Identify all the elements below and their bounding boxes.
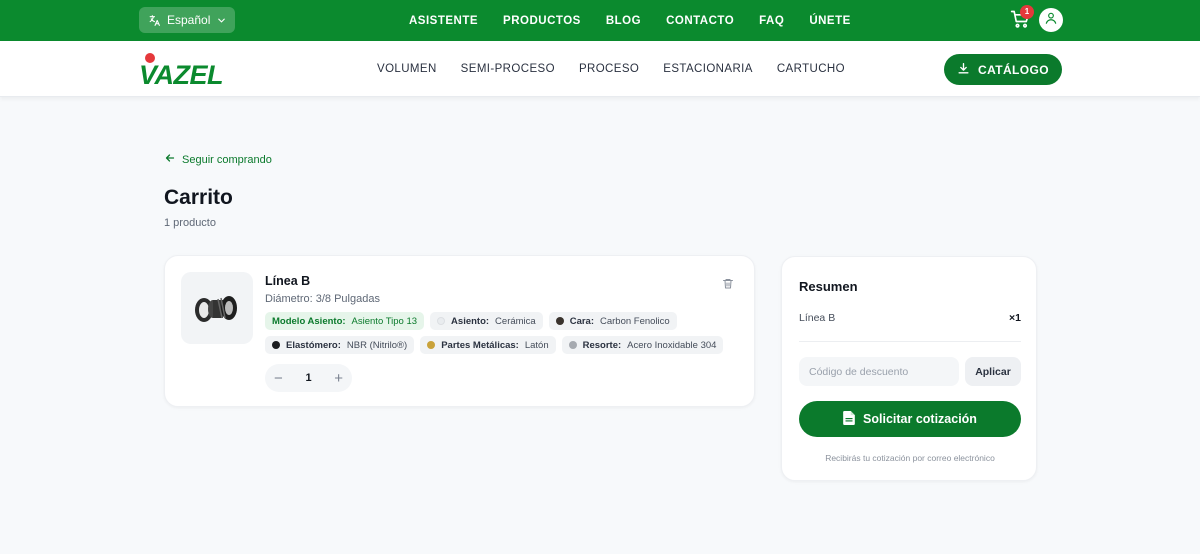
- top-bar: Español ASISTENTE PRODUCTOS BLOG CONTACT…: [0, 0, 1200, 41]
- quantity-value: 1: [305, 372, 312, 384]
- continue-shopping-link[interactable]: Seguir comprando: [164, 152, 272, 167]
- language-selector[interactable]: Español: [139, 7, 235, 33]
- request-quote-label: Solicitar cotización: [863, 412, 977, 426]
- language-label: Español: [167, 13, 211, 27]
- vazel-logo[interactable]: VAZEL: [139, 52, 245, 90]
- translate-icon: [148, 14, 161, 27]
- nav-blog[interactable]: BLOG: [606, 15, 641, 27]
- cart-item-card: Línea B Diámetro: 3/8 Pulgadas Modelo As…: [164, 255, 755, 407]
- main-header: VAZEL VOLUMEN SEMI-PROCESO PROCESO ESTAC…: [0, 41, 1200, 97]
- continue-shopping-label: Seguir comprando: [182, 153, 272, 166]
- item-name: Línea B: [265, 274, 311, 288]
- order-summary-card: Resumen Línea B ×1 Aplicar Solicitar cot…: [781, 256, 1037, 481]
- trash-icon[interactable]: [722, 277, 735, 291]
- color-dot: [427, 341, 436, 349]
- chevron-down-icon: [216, 15, 227, 26]
- cart-badge: 1: [1020, 5, 1034, 19]
- attribute-chip-asiento: Asiento: Cerámica: [430, 312, 543, 330]
- category-volumen[interactable]: VOLUMEN: [377, 63, 437, 75]
- nav-unete[interactable]: ÚNETE: [809, 15, 850, 27]
- color-dot: [555, 317, 564, 325]
- quantity-stepper: − 1 +: [265, 364, 352, 392]
- summary-item-quantity: ×1: [1009, 312, 1021, 324]
- category-proceso[interactable]: PROCESO: [579, 63, 639, 75]
- category-estacionaria[interactable]: ESTACIONARIA: [663, 63, 753, 75]
- page-title: Carrito: [164, 186, 233, 209]
- top-nav: ASISTENTE PRODUCTOS BLOG CONTACTO FAQ ÚN…: [409, 0, 851, 41]
- discount-code-input[interactable]: [799, 357, 959, 386]
- plus-icon[interactable]: +: [334, 371, 343, 386]
- catalog-download-button[interactable]: CATÁLOGO: [944, 54, 1062, 85]
- attribute-chip-modelo-asiento: Modelo Asiento: Asiento Tipo 13: [265, 312, 425, 330]
- color-dot: [437, 317, 446, 325]
- document-icon: [843, 410, 855, 428]
- color-dot: [568, 341, 577, 349]
- category-semi-proceso[interactable]: SEMI-PROCESO: [461, 63, 555, 75]
- summary-item-name: Línea B: [799, 312, 836, 324]
- color-dot: [272, 341, 280, 349]
- user-account-button[interactable]: [1039, 8, 1063, 32]
- minus-icon[interactable]: −: [274, 371, 283, 386]
- nav-faq[interactable]: FAQ: [759, 15, 784, 27]
- attribute-chip-cara: Cara: Carbon Fenolico: [548, 312, 677, 330]
- item-diameter: Diámetro: 3/8 Pulgadas: [265, 293, 380, 305]
- logo-text: VAZEL: [139, 60, 223, 88]
- category-nav: VOLUMEN SEMI-PROCESO PROCESO ESTACIONARI…: [377, 41, 845, 97]
- item-attributes: Modelo Asiento: Asiento Tipo 13 Asiento:…: [265, 312, 735, 354]
- download-icon: [957, 62, 970, 78]
- arrow-left-icon: [164, 152, 176, 167]
- nav-productos[interactable]: PRODUCTOS: [503, 15, 581, 27]
- apply-discount-button[interactable]: Aplicar: [965, 357, 1021, 386]
- nav-asistente[interactable]: ASISTENTE: [409, 15, 478, 27]
- request-quote-button[interactable]: Solicitar cotización: [799, 401, 1021, 437]
- category-cartucho[interactable]: CARTUCHO: [777, 63, 845, 75]
- product-count: 1 producto: [164, 217, 216, 229]
- summary-divider: [799, 341, 1021, 342]
- quote-note: Recibirás tu cotización por correo elect…: [825, 453, 995, 463]
- nav-contacto[interactable]: CONTACTO: [666, 15, 734, 27]
- catalog-label: CATÁLOGO: [978, 62, 1049, 77]
- summary-title: Resumen: [799, 279, 858, 294]
- attribute-chip-elastomero: Elastómero: NBR (Nitrilo®): [265, 336, 415, 354]
- attribute-chip-partes-metalicas: Partes Metálicas: Latón: [420, 336, 556, 354]
- summary-line-item: Línea B ×1: [799, 312, 1021, 324]
- attribute-chip-resorte: Resorte: Acero Inoxidable 304: [561, 336, 724, 354]
- user-icon: [1044, 11, 1058, 30]
- product-thumbnail[interactable]: [181, 272, 253, 344]
